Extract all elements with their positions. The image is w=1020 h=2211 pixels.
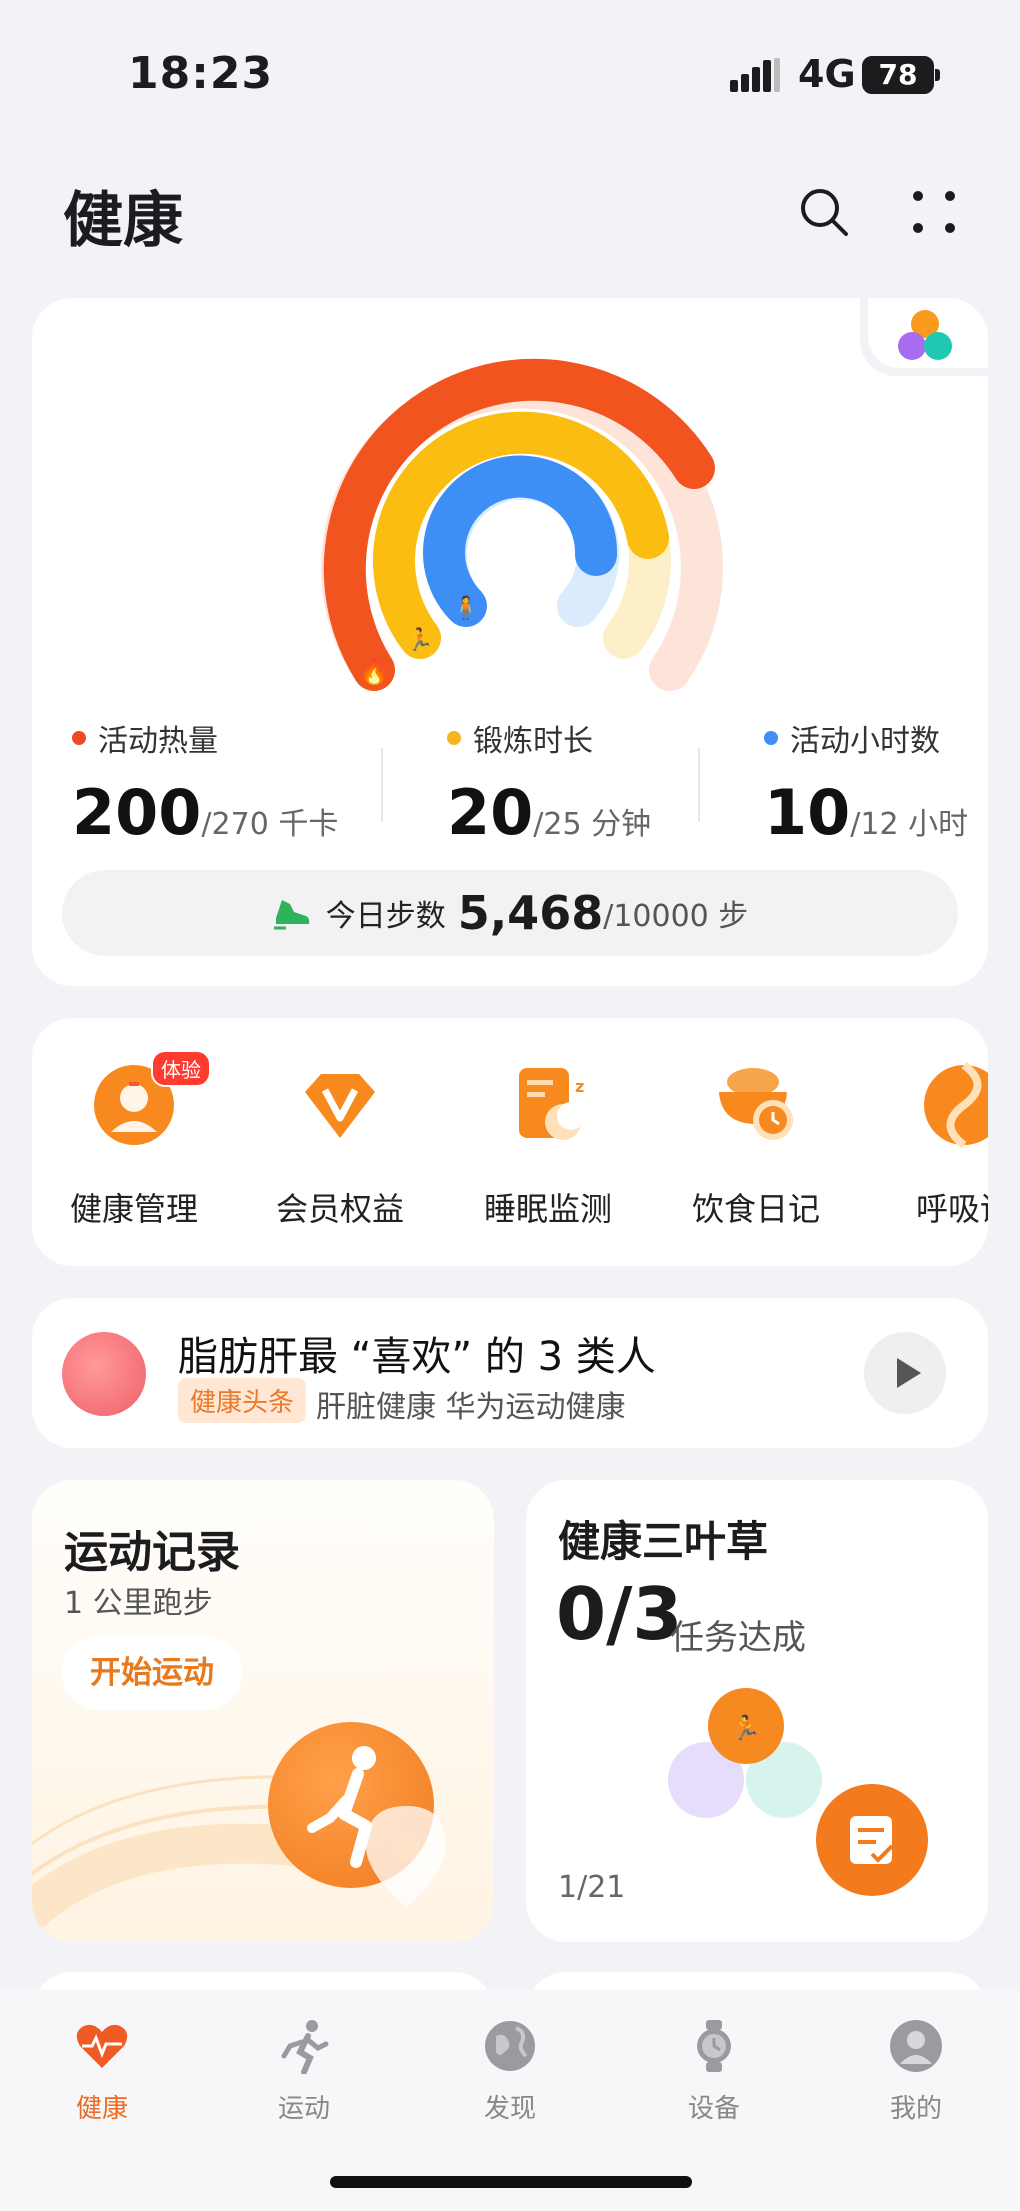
tab-exercise[interactable]: 运动: [234, 2018, 374, 2125]
health-clover-card[interactable]: 健康三叶草 0/3 任务达成 🏃 1/21: [526, 1480, 988, 1942]
three-dots-color-icon: [898, 310, 952, 360]
service-label: 呼吸训: [915, 1190, 988, 1228]
tab-me[interactable]: 我的: [846, 2018, 986, 2125]
news-card[interactable]: 脂肪肝最 “喜欢” 的 3 类人 健康头条 肝脏健康 华为运动健康: [32, 1298, 988, 1448]
heart-pulse-icon: [76, 2024, 128, 2068]
steps-label: 今日步数: [325, 899, 446, 934]
metric-value: 200: [72, 776, 202, 849]
divider: [381, 748, 383, 822]
metric-goal: /12 小时: [850, 807, 969, 842]
services-row: 体验 健康管理 会员权益 z 睡眠监测 饮食日记 呼吸: [32, 1018, 988, 1266]
profile-icon: [890, 2020, 942, 2072]
metric-calories: 活动热量 200/270 千卡: [72, 716, 338, 856]
liver-thumbnail: [62, 1332, 146, 1416]
divider: [698, 748, 700, 822]
news-source: 肝脏健康 华为运动健康: [316, 1390, 626, 1425]
shoe-icon: [273, 900, 309, 930]
breathing-icon: [924, 1061, 988, 1149]
rings-switch[interactable]: [868, 298, 988, 368]
sport-subtitle: 1 公里跑步: [64, 1586, 213, 1621]
vip-icon: [305, 1074, 375, 1138]
sleep-icon: z: [519, 1068, 585, 1140]
sport-title: 运动记录: [64, 1527, 240, 1578]
service-label: 健康管理: [69, 1190, 198, 1228]
trial-badge: 体验: [151, 1050, 211, 1087]
home-indicator: [330, 2176, 692, 2188]
play-button[interactable]: [864, 1332, 946, 1414]
service-label: 饮食日记: [691, 1190, 820, 1228]
tab-label: 运动: [277, 2094, 330, 2124]
clover-page-indicator: 1/21: [558, 1870, 626, 1905]
tab-health[interactable]: 健康: [32, 2018, 172, 2125]
clover-title: 健康三叶草: [558, 1517, 769, 1566]
location-pin-icon: [366, 1806, 446, 1908]
service-vip[interactable]: 会员权益: [250, 1062, 430, 1230]
svg-text:🏃: 🏃: [406, 627, 433, 653]
metric-value: 20: [447, 776, 534, 849]
service-breathing[interactable]: 呼吸训: [874, 1061, 988, 1230]
service-diet[interactable]: 饮食日记: [666, 1062, 846, 1230]
metric-value: 10: [764, 776, 851, 849]
metric-goal: /270 千卡: [201, 807, 339, 842]
metric-label: 活动小时数: [790, 724, 940, 759]
tab-label: 设备: [687, 2094, 740, 2124]
sport-record-card[interactable]: 运动记录 1 公里跑步 开始运动: [32, 1480, 494, 1942]
tab-discover[interactable]: 发现: [440, 2018, 580, 2125]
svg-text:z: z: [575, 1077, 584, 1096]
status-time: 18:23: [128, 48, 274, 99]
service-label: 睡眠监测: [483, 1190, 612, 1228]
runner-icon: [281, 2020, 329, 2075]
task-list-button[interactable]: [812, 1780, 932, 1900]
steps-goal: /10000 步: [603, 899, 749, 934]
steps-bar[interactable]: 今日步数 5,468 /10000 步: [62, 870, 958, 956]
clover-progress: 0/3: [556, 1572, 683, 1656]
tab-label: 健康: [75, 2094, 128, 2124]
globe-icon: [485, 2021, 535, 2071]
battery-indicator: 78: [862, 56, 940, 94]
metric-label: 活动热量: [98, 724, 218, 759]
metric-exercise: 锻炼时长 20/25 分钟: [447, 716, 651, 856]
tab-label: 发现: [483, 2094, 536, 2124]
search-icon[interactable]: [796, 184, 852, 240]
signal-icon: [730, 58, 780, 92]
activity-rings: 🔥 🏃 🧍: [321, 358, 723, 691]
metric-active-hours: 活动小时数 10/12 小时: [764, 716, 968, 856]
news-title: 脂肪肝最 “喜欢” 的 3 类人: [178, 1334, 656, 1380]
clover-label: 任务达成: [670, 1618, 806, 1658]
steps-value: 5,468: [457, 886, 604, 940]
service-label: 会员权益: [275, 1190, 404, 1228]
start-workout-button[interactable]: 开始运动: [62, 1636, 242, 1710]
more-icon[interactable]: [906, 184, 962, 240]
watch-icon: [697, 2020, 731, 2072]
svg-text:🏃: 🏃: [731, 1714, 761, 1742]
svg-text:🧍: 🧍: [452, 595, 479, 621]
news-tag: 健康头条: [178, 1378, 307, 1423]
tab-label: 我的: [889, 2094, 942, 2124]
metric-label: 锻炼时长: [473, 724, 593, 759]
diet-icon: [719, 1068, 793, 1140]
tab-devices[interactable]: 设备: [644, 2018, 784, 2125]
activity-rings-card[interactable]: 🔥 🏃 🧍 活动热量 200/270 千卡 锻炼时长 20/25 分钟 活动小时…: [32, 298, 988, 986]
metric-goal: /25 分钟: [533, 807, 652, 842]
clover-icon: 🏃: [668, 1688, 822, 1818]
page-title: 健康: [63, 186, 183, 256]
status-bar: 18:23 4G 78: [0, 0, 1020, 130]
network-type: 4G: [798, 52, 856, 96]
service-health-management[interactable]: 体验 健康管理: [44, 1050, 224, 1230]
svg-text:🔥: 🔥: [359, 658, 389, 686]
service-sleep[interactable]: z 睡眠监测: [458, 1062, 638, 1230]
